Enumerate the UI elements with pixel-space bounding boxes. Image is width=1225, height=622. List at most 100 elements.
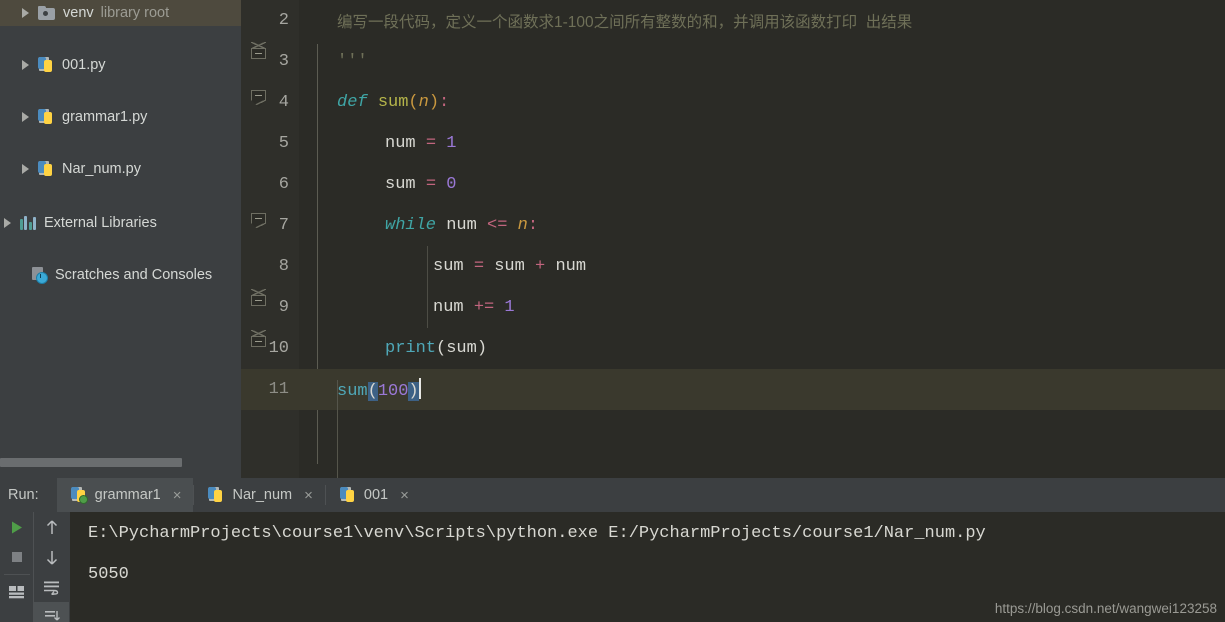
run-toolbar-secondary — [33, 512, 70, 622]
watermark-url: https://blog.csdn.net/wangwei123258 — [994, 601, 1217, 616]
line-number: 8 — [278, 257, 289, 276]
rerun-button[interactable] — [0, 512, 33, 542]
code-editor[interactable]: 2 编写一段代码，定义一个函数求1-100之间所有整数的和，并调用该函数打印 出… — [241, 0, 1225, 478]
run-tab-label: Nar_num — [232, 487, 293, 503]
run-tool-window: Run: grammar1 × Nar_num × 001 × E:\Pycha… — [0, 478, 1225, 622]
run-tab-bar: Run: grammar1 × Nar_num × 001 × — [0, 478, 1225, 513]
run-tab-grammar1[interactable]: grammar1 × — [56, 478, 194, 512]
python-file-icon — [208, 487, 224, 503]
keyword-def: def — [337, 93, 368, 112]
code-line-9[interactable]: 9 num += 1 — [241, 287, 1225, 328]
paren-open: ( — [408, 93, 419, 112]
console-command: E:\PycharmProjects\course1\venv\Scripts\… — [88, 524, 986, 543]
chevron-right-icon[interactable] — [22, 112, 29, 122]
code-line-4[interactable]: 4 def sum(n): — [241, 82, 1225, 123]
operator-plus: + — [535, 257, 546, 276]
pycharm-window: venv library root 001.py grammar1.py Nar… — [0, 0, 1225, 622]
variable-num: num — [385, 134, 416, 153]
soft-wrap-button[interactable] — [34, 572, 69, 602]
function-call-sum: sum — [337, 382, 368, 401]
close-icon[interactable]: × — [304, 487, 313, 504]
sidebar-item-label: venv — [63, 5, 94, 21]
line-number: 2 — [278, 11, 289, 30]
variable-num: num — [446, 216, 477, 235]
code-text: num = 1 — [385, 134, 456, 153]
scroll-to-end-button[interactable] — [34, 602, 69, 622]
python-running-icon — [70, 487, 88, 504]
sidebar-item-grammar1py[interactable]: grammar1.py — [0, 104, 241, 130]
chevron-right-icon[interactable] — [22, 60, 29, 70]
sidebar-item-scratches-and-consoles[interactable]: Scratches and Consoles — [0, 262, 241, 288]
paren-open-highlighted: ( — [367, 382, 378, 401]
run-label: Run: — [8, 487, 39, 503]
project-tree-panel: venv library root 001.py grammar1.py Nar… — [0, 0, 241, 478]
code-text: def sum(n): — [337, 93, 449, 112]
operator-lte: <= — [487, 216, 508, 235]
folder-icon — [38, 6, 55, 20]
variable-sum: sum — [433, 257, 464, 276]
variable-sum: sum — [446, 339, 477, 358]
variable-num: num — [433, 298, 464, 317]
python-file-icon — [38, 57, 54, 73]
fold-marker-while-start[interactable] — [251, 213, 268, 230]
run-tab-label: grammar1 — [94, 487, 161, 503]
fold-marker-def-end[interactable] — [251, 330, 268, 353]
sidebar-item-001py[interactable]: 001.py — [0, 52, 241, 78]
code-line-8[interactable]: 8 sum = sum + num — [241, 246, 1225, 287]
chevron-right-icon[interactable] — [22, 164, 29, 174]
sidebar-item-label: grammar1.py — [62, 109, 148, 125]
code-line-6[interactable]: 6 sum = 0 — [241, 164, 1225, 205]
run-tab-001[interactable]: 001 × — [326, 478, 421, 512]
code-line-10[interactable]: 10 print(sum) — [241, 328, 1225, 369]
sidebar-item-nar-numpy[interactable]: Nar_num.py — [0, 156, 241, 182]
scroll-down-button[interactable] — [34, 542, 69, 572]
sidebar-item-label: Nar_num.py — [62, 161, 141, 177]
toolbar-divider — [3, 574, 30, 575]
operator-assign: = — [425, 134, 437, 153]
run-toolbar-primary — [0, 512, 33, 622]
sidebar-item-label: Scratches and Consoles — [55, 267, 213, 283]
chevron-right-icon[interactable] — [4, 218, 11, 228]
fold-marker-docstring-end[interactable] — [251, 42, 268, 65]
comment-text: 编写一段代码，定义一个函数求1-100之间所有整数的和，并调用该函数打印 出结果 — [337, 13, 913, 31]
code-text: while num <= n: — [385, 216, 538, 235]
run-tab-nar-num[interactable]: Nar_num × — [194, 478, 324, 512]
code-text: num += 1 — [433, 298, 515, 317]
scratches-clock-icon — [31, 267, 48, 284]
code-line-5[interactable]: 5 num = 1 — [241, 123, 1225, 164]
code-line-2[interactable]: 2 编写一段代码，定义一个函数求1-100之间所有整数的和，并调用该函数打印 出… — [241, 0, 1225, 41]
bar-chart-icon — [20, 216, 36, 230]
colon: : — [527, 216, 539, 235]
sidebar-horizontal-scrollbar[interactable] — [0, 458, 241, 467]
variable-sum: sum — [494, 257, 525, 276]
sidebar-item-venv[interactable]: venv library root — [0, 0, 241, 26]
code-line-3[interactable]: 3 ''' — [241, 41, 1225, 82]
paren-close: ) — [428, 93, 440, 112]
stop-button[interactable] — [0, 542, 33, 572]
fold-marker-def-start[interactable] — [251, 90, 268, 107]
paren-open: ( — [436, 339, 447, 358]
scrollbar-thumb[interactable] — [0, 458, 182, 467]
fold-marker-while-end[interactable] — [251, 289, 268, 312]
code-text: sum = sum + num — [433, 257, 586, 276]
number-literal: 1 — [504, 298, 515, 317]
keyword-while: while — [385, 216, 437, 235]
console-result: 5050 — [88, 565, 129, 584]
python-file-icon — [339, 487, 356, 503]
number-literal: 100 — [377, 382, 409, 401]
operator-assign: = — [473, 257, 485, 276]
close-icon[interactable]: × — [173, 487, 182, 504]
sidebar-item-label: 001.py — [62, 57, 106, 73]
console-output[interactable]: E:\PycharmProjects\course1\venv\Scripts\… — [70, 512, 1225, 622]
operator-assign: = — [425, 175, 437, 194]
chevron-right-icon[interactable] — [22, 8, 29, 18]
code-line-11[interactable]: 11 sum(100) — [241, 369, 1225, 410]
print-button[interactable] — [0, 577, 33, 607]
docstring-end: ''' — [337, 52, 368, 71]
code-line-7[interactable]: 7 while num <= n: — [241, 205, 1225, 246]
run-tab-label: 001 — [363, 487, 389, 503]
scroll-up-button[interactable] — [34, 512, 69, 542]
sidebar-item-external-libraries[interactable]: External Libraries — [0, 210, 241, 236]
function-name: sum — [377, 93, 409, 112]
close-icon[interactable]: × — [400, 487, 409, 504]
